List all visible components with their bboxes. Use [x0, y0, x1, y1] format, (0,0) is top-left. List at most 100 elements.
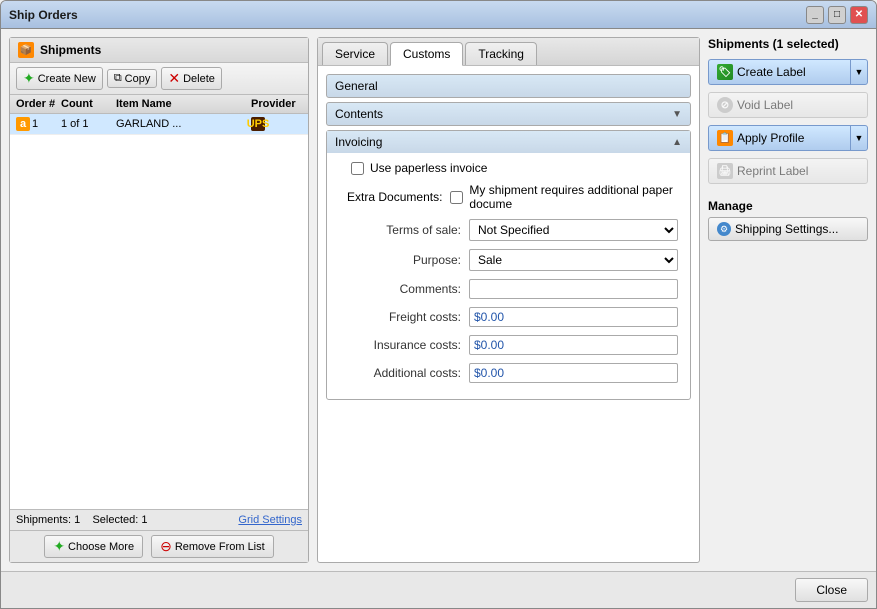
- copy-icon: ⧉: [114, 72, 122, 85]
- terms-of-sale-control: Not Specified CIF CFR EXW FOB: [469, 219, 678, 241]
- general-section-header[interactable]: General: [326, 74, 691, 98]
- col-item: Item Name: [114, 97, 249, 111]
- freight-costs-control: [469, 307, 678, 327]
- invoicing-body: Use paperless invoice Extra Documents: M…: [327, 153, 690, 399]
- delete-label: Delete: [183, 73, 215, 85]
- terms-of-sale-row: Terms of sale: Not Specified CIF CFR EXW…: [339, 219, 678, 241]
- create-new-button[interactable]: ✦ Create New: [16, 67, 103, 90]
- contents-section-header[interactable]: Contents ▼: [326, 102, 691, 126]
- table-row[interactable]: a1 1 of 1 GARLAND ... UPS: [10, 114, 308, 135]
- tab-service[interactable]: Service: [322, 42, 388, 65]
- paperless-checkbox[interactable]: [351, 162, 364, 175]
- terms-of-sale-label: Terms of sale:: [339, 223, 469, 237]
- maximize-button[interactable]: □: [828, 6, 846, 24]
- row-provider: UPS: [249, 116, 304, 132]
- freight-costs-input[interactable]: [469, 307, 678, 327]
- row-count: 1 of 1: [59, 117, 114, 131]
- apply-profile-dropdown-button[interactable]: ▼: [850, 125, 868, 151]
- apply-profile-split: 📋 Apply Profile ▼: [708, 125, 868, 151]
- apply-profile-button[interactable]: 📋 Apply Profile: [708, 125, 850, 151]
- apply-profile-text: Apply Profile: [737, 131, 804, 145]
- grid-settings-link[interactable]: Grid Settings: [238, 514, 302, 526]
- left-panel-header: 📦 Shipments: [10, 38, 308, 63]
- choose-more-icon: ✦: [53, 538, 65, 555]
- close-title-button[interactable]: ✕: [850, 6, 868, 24]
- minimize-button[interactable]: _: [806, 6, 824, 24]
- invoicing-chevron-icon: ▲: [672, 137, 682, 148]
- manage-title: Manage: [708, 199, 868, 213]
- title-bar-controls: _ □ ✕: [806, 6, 868, 24]
- copy-label: Copy: [125, 73, 151, 85]
- invoicing-section-header[interactable]: Invoicing ▲: [327, 131, 690, 153]
- remove-from-list-button[interactable]: ⊖ Remove From List: [151, 535, 274, 558]
- amazon-icon: a: [16, 117, 30, 131]
- insurance-costs-control: [469, 335, 678, 355]
- comments-control: [469, 279, 678, 299]
- reprint-label-icon: 🖨: [717, 163, 733, 179]
- left-panel-footer: Shipments: 1 Selected: 1 Grid Settings: [10, 509, 308, 530]
- bottom-toolbar: ✦ Choose More ⊖ Remove From List: [10, 530, 308, 562]
- main-content: 📦 Shipments ✦ Create New ⧉ Copy ✕ Delete: [1, 29, 876, 571]
- additional-costs-input[interactable]: [469, 363, 678, 383]
- insurance-costs-label: Insurance costs:: [339, 338, 469, 352]
- purpose-control: Sale Gift Documents Returned Goods Sampl…: [469, 249, 678, 271]
- additional-costs-control: [469, 363, 678, 383]
- row-order-num: a1: [14, 116, 59, 132]
- choose-more-button[interactable]: ✦ Choose More: [44, 535, 143, 558]
- reprint-label-text: Reprint Label: [737, 164, 808, 178]
- reprint-label-button[interactable]: 🖨 Reprint Label: [708, 158, 868, 184]
- comments-input[interactable]: [469, 279, 678, 299]
- col-order: Order #: [14, 97, 59, 111]
- copy-button[interactable]: ⧉ Copy: [107, 69, 158, 88]
- shipping-settings-button[interactable]: ⚙ Shipping Settings...: [708, 217, 868, 241]
- choose-more-label: Choose More: [68, 541, 134, 553]
- comments-row: Comments:: [339, 279, 678, 299]
- void-label-button[interactable]: ⊘ Void Label: [708, 92, 868, 118]
- manage-section: Manage ⚙ Shipping Settings...: [708, 199, 868, 241]
- left-panel: 📦 Shipments ✦ Create New ⧉ Copy ✕ Delete: [9, 37, 309, 563]
- void-label-text: Void Label: [737, 98, 793, 112]
- freight-costs-row: Freight costs:: [339, 307, 678, 327]
- bottom-bar: Close: [1, 571, 876, 608]
- paperless-label: Use paperless invoice: [370, 161, 487, 175]
- extra-docs-checkbox-label: My shipment requires additional paper do…: [469, 183, 678, 211]
- title-bar: Ship Orders _ □ ✕: [1, 1, 876, 29]
- create-new-label: Create New: [38, 73, 96, 85]
- extra-docs-content: My shipment requires additional paper do…: [450, 183, 678, 211]
- create-new-icon: ✦: [23, 70, 35, 87]
- close-button[interactable]: Close: [795, 578, 868, 602]
- right-panel: Shipments (1 selected) 🏷 Create Label ▼ …: [708, 37, 868, 563]
- terms-of-sale-select[interactable]: Not Specified CIF CFR EXW FOB: [469, 219, 678, 241]
- delete-button[interactable]: ✕ Delete: [161, 67, 222, 90]
- invoicing-section: Invoicing ▲ Use paperless invoice Extra …: [326, 130, 691, 400]
- remove-label: Remove From List: [175, 541, 265, 553]
- right-panel-title: Shipments (1 selected): [708, 37, 868, 51]
- extra-docs-row: Extra Documents: My shipment requires ad…: [339, 183, 678, 211]
- extra-docs-label: Extra Documents:: [339, 190, 450, 204]
- col-count: Count: [59, 97, 114, 111]
- center-panel: Service Customs Tracking General Content…: [317, 37, 700, 563]
- insurance-costs-input[interactable]: [469, 335, 678, 355]
- invoicing-section-label: Invoicing: [335, 135, 382, 149]
- footer-shipments: Shipments: 1 Selected: 1: [16, 514, 147, 526]
- purpose-select[interactable]: Sale Gift Documents Returned Goods Sampl…: [469, 249, 678, 271]
- shipments-toolbar: ✦ Create New ⧉ Copy ✕ Delete: [10, 63, 308, 95]
- table-header: Order # Count Item Name Provider: [10, 95, 308, 114]
- tabs: Service Customs Tracking: [318, 38, 699, 66]
- create-label-button[interactable]: 🏷 Create Label: [708, 59, 850, 85]
- apply-profile-icon: 📋: [717, 130, 733, 146]
- tab-tracking[interactable]: Tracking: [465, 42, 537, 65]
- extra-docs-checkbox[interactable]: [450, 191, 463, 204]
- purpose-label: Purpose:: [339, 253, 469, 267]
- additional-costs-label: Additional costs:: [339, 366, 469, 380]
- tab-customs[interactable]: Customs: [390, 42, 463, 66]
- contents-section-label: Contents: [335, 107, 383, 121]
- gear-icon: ⚙: [717, 222, 731, 236]
- shipments-title: Shipments: [40, 43, 101, 57]
- shipping-settings-text: Shipping Settings...: [735, 222, 838, 236]
- remove-icon: ⊖: [160, 538, 172, 555]
- comments-label: Comments:: [339, 282, 469, 296]
- ups-icon: UPS: [251, 117, 265, 131]
- create-label-dropdown-button[interactable]: ▼: [850, 59, 868, 85]
- col-provider: Provider: [249, 97, 304, 111]
